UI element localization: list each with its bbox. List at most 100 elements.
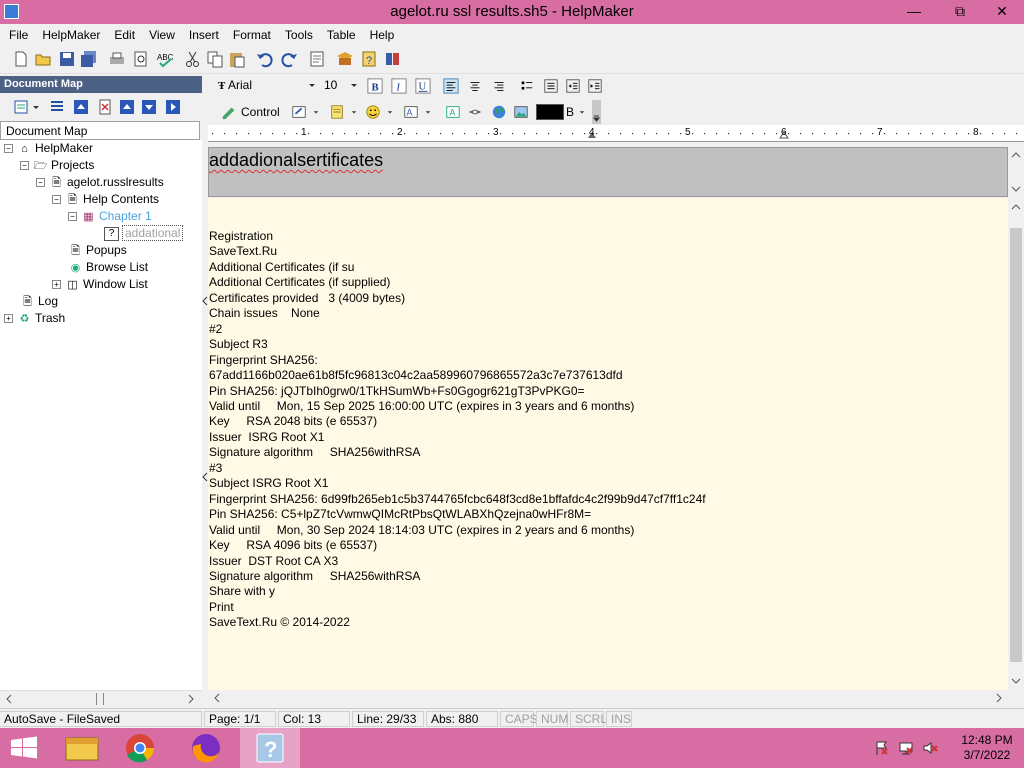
volume-muted-icon[interactable] [922, 740, 938, 756]
editor-line[interactable]: #2 [209, 322, 706, 337]
close-button[interactable]: ✕ [980, 0, 1024, 22]
tree-node-topic[interactable]: ? addational [104, 225, 184, 243]
copy-icon[interactable] [206, 50, 224, 68]
menu-help[interactable]: Help [363, 24, 402, 46]
print-icon[interactable] [108, 50, 126, 68]
toolbar-overflow-button[interactable] [592, 100, 601, 124]
tree-horizontal-scrollbar[interactable] [0, 690, 202, 707]
editor-line[interactable]: Pin SHA256: C5+lpZ7tcVwmwQIMcRtPbsQtWLAB… [209, 507, 706, 522]
menu-table[interactable]: Table [320, 24, 363, 46]
chevron-down-icon[interactable] [424, 103, 432, 121]
menu-tools[interactable]: Tools [278, 24, 320, 46]
menu-edit[interactable]: Edit [107, 24, 142, 46]
add-topic-icon[interactable] [12, 98, 30, 116]
open-folder-icon[interactable] [34, 50, 52, 68]
tree-node-popups[interactable]: 🗎 Popups [68, 243, 127, 260]
editor-line[interactable]: Fingerprint SHA256: [209, 353, 706, 368]
tree-node-chapter[interactable]: − ▦ Chapter 1 [68, 209, 152, 226]
editor-line[interactable]: Pin SHA256: jQJTbIh0grw0/1TkHSumWb+Fs0Gg… [209, 384, 706, 399]
system-clock[interactable]: 12:48 PM 3/7/2022 [952, 733, 1022, 763]
move-down-icon[interactable] [140, 98, 158, 116]
chevron-down-icon[interactable] [350, 103, 358, 121]
scroll-left-icon[interactable] [4, 694, 14, 704]
help-file-icon[interactable]: ? [360, 50, 378, 68]
editor-horizontal-scrollbar[interactable] [208, 690, 1024, 707]
chevron-down-icon[interactable] [312, 103, 320, 121]
editor-line[interactable]: Fingerprint SHA256: 6d99fb265eb1c5b37447… [209, 492, 706, 507]
menu-helpmaker[interactable]: HelpMaker [35, 24, 107, 46]
scroll-thumb[interactable] [1010, 228, 1022, 662]
tree-node-trash[interactable]: + ♻ Trash [4, 311, 65, 328]
save-all-icon[interactable] [80, 50, 98, 68]
editor-line[interactable]: Valid until Mon, 30 Sep 2024 18:14:03 UT… [209, 523, 706, 538]
note-icon[interactable] [328, 103, 346, 121]
align-right-button[interactable] [490, 77, 508, 95]
editor-line[interactable]: Key RSA 4096 bits (e 65537) [209, 538, 706, 553]
helpmaker-taskbar-button[interactable]: ? [240, 728, 300, 768]
chevron-down-icon[interactable] [32, 98, 40, 116]
editor-line[interactable]: Signature algorithm SHA256withRSA [209, 569, 706, 584]
insert-expand-icon[interactable]: A [444, 103, 462, 121]
editor-line[interactable]: Issuer DST Root CA X3 [209, 554, 706, 569]
move-right-icon[interactable] [164, 98, 182, 116]
move-up-icon[interactable] [118, 98, 136, 116]
editor-line[interactable]: Subject R3 [209, 337, 706, 352]
editor-line[interactable]: Additional Certificates (if supplied) [209, 275, 706, 290]
font-size-select[interactable]: 10 [320, 77, 360, 95]
tree-node-help-contents[interactable]: − 🗎 Help Contents [52, 192, 159, 209]
windows-start-icon[interactable] [0, 728, 48, 768]
smiley-icon[interactable] [364, 103, 382, 121]
chevron-down-icon[interactable] [386, 103, 394, 121]
editor-line[interactable]: Certificates provided 3 (4009 bytes) [209, 291, 706, 306]
editor-line[interactable]: Print [209, 600, 706, 615]
control-button[interactable]: Control [241, 105, 280, 119]
text-color-swatch[interactable] [536, 104, 564, 120]
compile-icon[interactable] [336, 50, 354, 68]
minimize-button[interactable]: — [892, 0, 936, 22]
insert-image-icon[interactable] [512, 103, 530, 121]
book-icon[interactable] [384, 50, 402, 68]
scroll-down-icon[interactable] [1011, 676, 1021, 686]
chevron-down-icon[interactable] [593, 114, 600, 122]
topic-title-pane[interactable]: addadionalsertificates [208, 147, 1008, 197]
editor-line[interactable]: Additional Certificates (if su [209, 260, 706, 275]
editor-line[interactable]: Signature algorithm SHA256withRSA [209, 445, 706, 460]
topic-properties-icon[interactable] [308, 50, 326, 68]
tree-node-log[interactable]: 🗎 Log [20, 294, 58, 311]
collapse-icon[interactable]: − [4, 144, 13, 154]
globe-icon[interactable] [490, 103, 508, 121]
expand-icon[interactable]: + [4, 314, 13, 324]
hyperlink-icon[interactable] [466, 103, 484, 121]
topic-editor[interactable]: Registration SaveText.Ru Additional Certif… [208, 198, 1008, 690]
bold-button[interactable]: B [366, 77, 384, 95]
paste-icon[interactable] [228, 50, 246, 68]
font-family-select[interactable]: Ŧ Arial [212, 77, 320, 95]
topic-list-icon[interactable] [48, 98, 66, 116]
new-file-icon[interactable] [12, 50, 30, 68]
collapse-icon[interactable]: − [68, 212, 77, 222]
editor-line[interactable]: Chain issues None [209, 306, 706, 321]
bullet-list-button[interactable] [518, 77, 536, 95]
menu-view[interactable]: View [142, 24, 182, 46]
tree-node-projects[interactable]: − 🗁 Projects [20, 158, 94, 175]
chevron-down-icon[interactable] [578, 103, 586, 121]
editor-line[interactable]: SaveText.Ru [209, 244, 706, 259]
scroll-right-icon[interactable] [994, 693, 1004, 703]
tree-node-browse-list[interactable]: ◉ Browse List [68, 260, 148, 277]
italic-button[interactable]: I [390, 77, 408, 95]
topic-title[interactable]: addadionalsertificates [209, 150, 383, 171]
cut-icon[interactable] [184, 50, 202, 68]
file-explorer-icon[interactable] [52, 728, 112, 768]
numbered-list-button[interactable] [542, 77, 560, 95]
chevron-down-icon[interactable] [350, 82, 358, 90]
scroll-up-icon[interactable] [1011, 202, 1021, 212]
scroll-thumb[interactable] [96, 693, 104, 705]
editor-line[interactable]: SaveText.Ru © 2014-2022 [209, 615, 706, 630]
align-left-button[interactable] [442, 77, 460, 95]
menu-file[interactable]: File [0, 24, 35, 46]
indent-button[interactable] [564, 77, 582, 95]
editor-line[interactable]: Subject ISRG Root X1 [209, 476, 706, 491]
save-icon[interactable] [58, 50, 76, 68]
editor-line[interactable]: 67add1166b020ae61b8f5fc96813c04c2aa58996… [209, 368, 706, 383]
restore-button[interactable]: ⧉ [938, 0, 982, 22]
